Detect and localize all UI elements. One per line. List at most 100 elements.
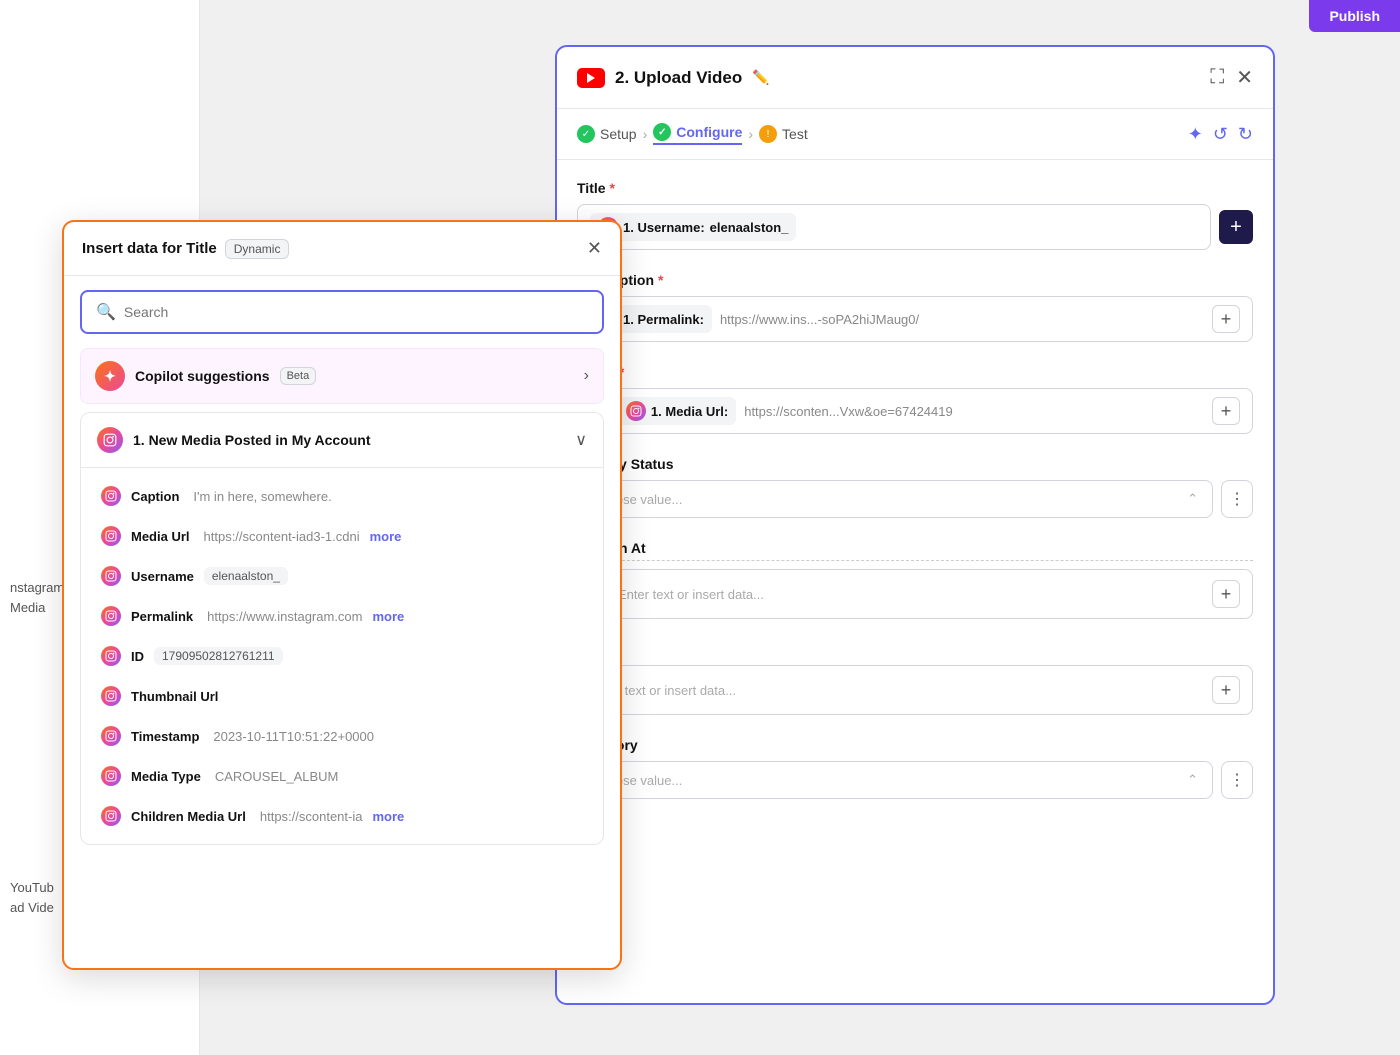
video-input-row[interactable]: 📄 1. Media Url: https://sconten...Vxw&oe… — [577, 388, 1253, 434]
step-configure[interactable]: ✓ Configure — [653, 123, 742, 145]
data-source-insta-icon — [97, 427, 123, 453]
data-list-item[interactable]: Timestamp 2023-10-11T10:51:22+0000 — [81, 716, 603, 756]
close-panel-icon[interactable]: ✕ — [1236, 65, 1253, 90]
copilot-chevron-icon: › — [584, 367, 589, 385]
undo-icon[interactable]: ↺ — [1213, 124, 1228, 145]
title-add-button[interactable]: + — [1219, 210, 1253, 244]
item-insta-icon — [101, 566, 121, 586]
video-add-button[interactable]: + — [1212, 397, 1240, 425]
steps-bar: ✓ Setup › ✓ Configure › ! Test ✦ ↺ ↻ — [557, 109, 1273, 160]
test-label: Test — [782, 126, 808, 142]
tags-placeholder: Enter text or insert data... — [590, 683, 1204, 698]
item-label: Children Media Url — [131, 809, 246, 824]
chevron-right-2: › — [748, 126, 753, 142]
refresh-icon[interactable]: ↻ — [1238, 124, 1253, 145]
item-insta-icon — [101, 686, 121, 706]
insert-data-panel: Insert data for Title Dynamic ✕ 🔍 ✦ Copi… — [62, 220, 622, 970]
item-more-link[interactable]: more — [370, 529, 402, 544]
privacy-select[interactable]: Choose value... ⌃ — [577, 480, 1213, 518]
item-insta-icon — [101, 766, 121, 786]
bg-youtube-text: YouTub — [10, 880, 54, 895]
edit-icon[interactable]: ✏️ — [752, 69, 769, 86]
insert-title: Insert data for Title Dynamic — [82, 239, 289, 259]
data-source-header[interactable]: 1. New Media Posted in My Account ∨ — [81, 413, 603, 468]
privacy-kebab-button[interactable]: ⋮ — [1221, 480, 1253, 518]
item-label: ID — [131, 649, 144, 664]
item-insta-icon — [101, 726, 121, 746]
desc-tag-label: 1. Permalink: — [623, 312, 704, 327]
dynamic-badge: Dynamic — [225, 239, 290, 259]
step-test[interactable]: ! Test — [759, 125, 808, 143]
video-field: Video * 📄 1. Media Url: https://sconten.… — [577, 364, 1253, 434]
title-input-row[interactable]: 1. Username: elenaalston_ — [577, 204, 1211, 250]
item-more-link[interactable]: more — [372, 609, 404, 624]
insta-icon-video — [626, 401, 646, 421]
video-insta-tag: 1. Media Url: — [618, 397, 736, 425]
expand-icon[interactable]: ⛶ — [1210, 66, 1224, 89]
description-label: Description * — [577, 272, 1253, 288]
description-add-button[interactable]: + — [1212, 305, 1240, 333]
upload-video-panel: 2. Upload Video ✏️ ⛶ ✕ ✓ Setup › ✓ Confi… — [555, 45, 1275, 1005]
item-label: Caption — [131, 489, 179, 504]
publish-at-placeholder: Enter text or insert data... — [618, 587, 1204, 602]
privacy-select-row: Choose value... ⌃ ⋮ — [577, 480, 1253, 518]
data-list-item[interactable]: Username elenaalston_ — [81, 556, 603, 596]
copilot-row[interactable]: ✦ Copilot suggestions Beta › — [80, 348, 604, 404]
category-field: Category Choose value... ⌃ ⋮ — [577, 737, 1253, 799]
setup-label: Setup — [600, 126, 637, 142]
tags-add-button[interactable]: + — [1212, 676, 1240, 704]
item-value-text: I'm in here, somewhere. — [193, 489, 331, 504]
data-list-item[interactable]: Children Media Url https://scontent-ia m… — [81, 796, 603, 836]
description-input-row[interactable]: 1. Permalink: https://www.ins...-soPA2hi… — [577, 296, 1253, 342]
privacy-field: Privacy Status Choose value... ⌃ ⋮ — [577, 456, 1253, 518]
item-insta-icon — [101, 486, 121, 506]
item-label: Media Url — [131, 529, 190, 544]
insert-close-icon[interactable]: ✕ — [587, 238, 602, 259]
item-insta-icon — [101, 646, 121, 666]
publish-at-field: Publish At 📅 Enter text or insert data..… — [577, 540, 1253, 619]
category-select[interactable]: Choose value... ⌃ — [577, 761, 1213, 799]
insert-title-text: Insert data for Title — [82, 240, 217, 257]
item-insta-icon — [101, 606, 121, 626]
search-box: 🔍 — [80, 290, 604, 334]
privacy-chevron: ⌃ — [1187, 491, 1198, 507]
video-label: Video * — [577, 364, 1253, 380]
ai-icon[interactable]: ✦ — [1188, 124, 1203, 145]
youtube-icon — [577, 68, 605, 88]
item-label: Timestamp — [131, 729, 199, 744]
data-items-list: Caption I'm in here, somewhere. Media Ur… — [81, 468, 603, 844]
data-source-chevron-icon: ∨ — [575, 430, 587, 450]
description-field: Description * 1. Permalink: https://www.… — [577, 272, 1253, 342]
category-chevron: ⌃ — [1187, 772, 1198, 788]
data-list-item[interactable]: Caption I'm in here, somewhere. — [81, 476, 603, 516]
tags-input-row[interactable]: Enter text or insert data... + — [577, 665, 1253, 715]
copilot-left: ✦ Copilot suggestions Beta — [95, 361, 316, 391]
data-list-item[interactable]: ID 17909502812761211 — [81, 636, 603, 676]
search-input[interactable] — [124, 304, 588, 320]
category-kebab-button[interactable]: ⋮ — [1221, 761, 1253, 799]
data-list-item[interactable]: Permalink https://www.instagram.com more — [81, 596, 603, 636]
panel-header-actions: ⛶ ✕ — [1210, 65, 1253, 90]
publish-button[interactable]: Publish — [1309, 0, 1400, 32]
data-source-title: 1. New Media Posted in My Account — [97, 427, 371, 453]
bg-media-text: Media — [10, 600, 45, 615]
item-value-badge: 17909502812761211 — [154, 647, 283, 665]
title-required: * — [610, 180, 615, 196]
item-value-text: https://scontent-iad3-1.cdni — [204, 529, 360, 544]
panel-title-group: 2. Upload Video ✏️ — [577, 68, 770, 88]
item-label: Media Type — [131, 769, 201, 784]
publish-at-add-button[interactable]: + — [1212, 580, 1240, 608]
bg-video-text: ad Vide — [10, 900, 54, 915]
title-label: Title * — [577, 180, 1253, 196]
item-value-text: CAROUSEL_ALBUM — [215, 769, 339, 784]
data-list-item[interactable]: Thumbnail Url — [81, 676, 603, 716]
data-list-item[interactable]: Media Url https://scontent-iad3-1.cdni m… — [81, 516, 603, 556]
bg-instagram-text: nstagram — [10, 580, 64, 595]
step-setup[interactable]: ✓ Setup — [577, 125, 637, 143]
data-list-item[interactable]: Media Type CAROUSEL_ALBUM — [81, 756, 603, 796]
item-label: Thumbnail Url — [131, 689, 218, 704]
category-select-row: Choose value... ⌃ ⋮ — [577, 761, 1253, 799]
publish-at-input-row[interactable]: 📅 Enter text or insert data... + — [577, 569, 1253, 619]
publish-at-label: Publish At — [577, 540, 1253, 561]
item-more-link[interactable]: more — [372, 809, 404, 824]
